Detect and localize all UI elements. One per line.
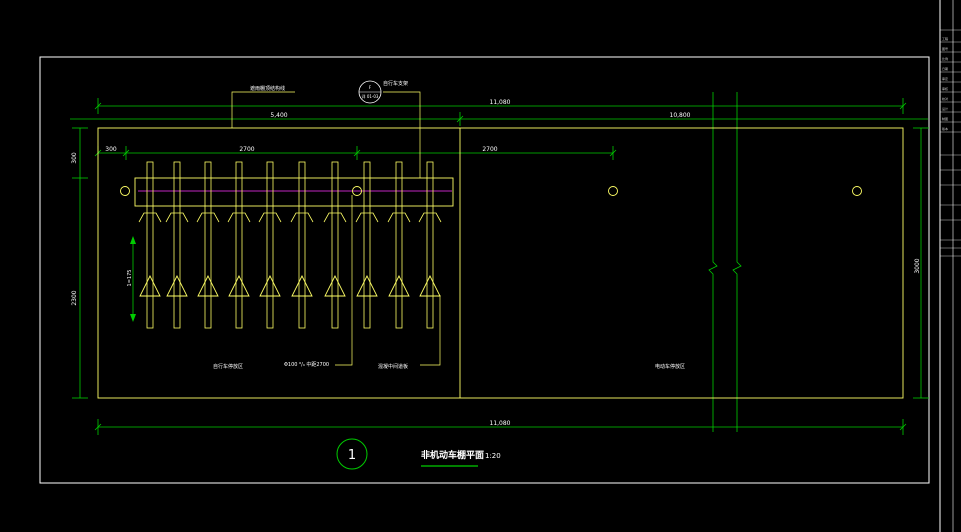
note-top-leader: 遮雨棚顶结构线 bbox=[250, 85, 285, 92]
title-block-label: 版本 bbox=[942, 126, 948, 131]
dim-overall-bottom-text: 11,080 bbox=[490, 420, 511, 427]
title-block-label: 图号 bbox=[942, 46, 948, 51]
title-number: 1 bbox=[348, 448, 356, 463]
dim-arrow-spacing-text: 1=175 bbox=[127, 270, 133, 287]
dim-bay-right-text: 2700 bbox=[482, 146, 497, 153]
dim-bay-left-text: 2700 bbox=[239, 146, 254, 153]
cad-drawing-canvas: 工程图号比例日期审定审核校对设计制图版本 F 详 01-03 11,080 5,… bbox=[0, 0, 961, 532]
title-block-label: 日期 bbox=[942, 66, 948, 71]
dim-left-part-text: 5,400 bbox=[270, 112, 287, 119]
dim-left-main-text: 2300 bbox=[71, 290, 78, 305]
note-bottom-right: 混凝中间道板 bbox=[378, 363, 408, 370]
title-block-label: 制图 bbox=[942, 116, 948, 121]
title-block-label: 校对 bbox=[942, 96, 948, 101]
title-block-label: 审核 bbox=[942, 86, 948, 91]
note-callout: 自行车支架 bbox=[383, 80, 408, 87]
dim-overall-top-text: 11,080 bbox=[490, 99, 511, 106]
title-block-label: 工程 bbox=[942, 36, 948, 41]
note-pipe-spec: Φ100 ⁶/₄ 中距2700 bbox=[284, 361, 329, 368]
title-scale: 1:20 bbox=[485, 452, 501, 460]
note-right-area: 电动车停放区 bbox=[655, 363, 685, 370]
callout-sub: 详 01-03 bbox=[362, 93, 379, 99]
dim-left-top-text: 300 bbox=[71, 152, 78, 164]
note-left-area: 自行车停放区 bbox=[213, 363, 243, 370]
dim-right-height-text: 3000 bbox=[914, 258, 921, 273]
dim-offset-text: 300 bbox=[105, 146, 117, 153]
title-block-label: 比例 bbox=[942, 56, 948, 61]
title-block-label: 设计 bbox=[942, 106, 948, 111]
title-block-label: 审定 bbox=[942, 76, 948, 81]
dim-right-part-text: 10,800 bbox=[670, 112, 691, 119]
title-name: 非机动车棚平面 bbox=[421, 449, 484, 461]
